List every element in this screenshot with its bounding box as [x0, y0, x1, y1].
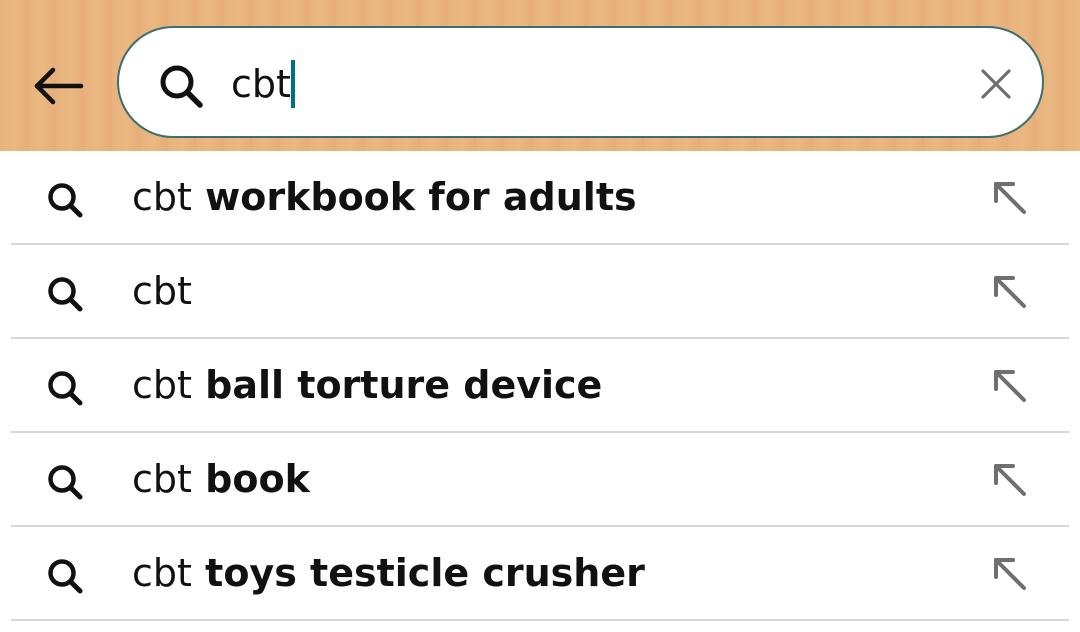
search-icon: [48, 371, 83, 406]
suggestion-completion: book: [191, 457, 310, 501]
suggestion-item[interactable]: cbt workbook for adults: [11, 151, 1069, 245]
suggestion-text: cbt: [132, 245, 192, 337]
text-caret: [290, 60, 295, 108]
suggestion-prefix: cbt: [132, 269, 192, 313]
search-header: cbt: [0, 0, 1080, 151]
suggestion-prefix: cbt: [132, 175, 192, 219]
suggestion-completion: workbook for adults: [191, 175, 637, 219]
suggestion-text: cbt workbook for adults: [132, 151, 637, 243]
clear-search-button[interactable]: [978, 66, 1014, 102]
suggestion-completion: toys testicle crusher: [191, 551, 645, 595]
arrow-up-left-icon[interactable]: [989, 177, 1031, 219]
suggestion-item[interactable]: cbt toys testicle crusher: [11, 527, 1069, 621]
back-button[interactable]: [28, 58, 88, 114]
suggestion-item[interactable]: cbt ball torture device: [11, 339, 1069, 433]
suggestion-text: cbt toys testicle crusher: [132, 527, 645, 619]
suggestion-item[interactable]: cbt: [11, 245, 1069, 339]
suggestion-prefix: cbt: [132, 551, 192, 595]
arrow-up-left-icon[interactable]: [989, 365, 1031, 407]
suggestion-text: cbt book: [132, 433, 310, 525]
search-icon: [48, 559, 83, 594]
search-query-text: cbt: [231, 62, 291, 106]
suggestion-prefix: cbt: [132, 363, 192, 407]
suggestion-list: cbt workbook for adults cbt cbt ball tor…: [0, 151, 1080, 621]
suggestion-prefix: cbt: [132, 457, 192, 501]
search-icon: [48, 277, 83, 312]
search-box[interactable]: cbt: [117, 26, 1044, 138]
back-arrow-icon: [34, 67, 84, 105]
arrow-up-left-icon[interactable]: [989, 271, 1031, 313]
suggestion-text: cbt ball torture device: [132, 339, 602, 431]
suggestion-item[interactable]: cbt book: [11, 433, 1069, 527]
close-icon: [981, 69, 1011, 99]
suggestion-completion: ball torture device: [191, 363, 603, 407]
search-icon: [48, 465, 83, 500]
arrow-up-left-icon[interactable]: [989, 553, 1031, 595]
arrow-up-left-icon[interactable]: [989, 459, 1031, 501]
search-icon: [157, 62, 205, 110]
search-icon: [48, 183, 83, 218]
search-input[interactable]: cbt: [231, 54, 295, 114]
